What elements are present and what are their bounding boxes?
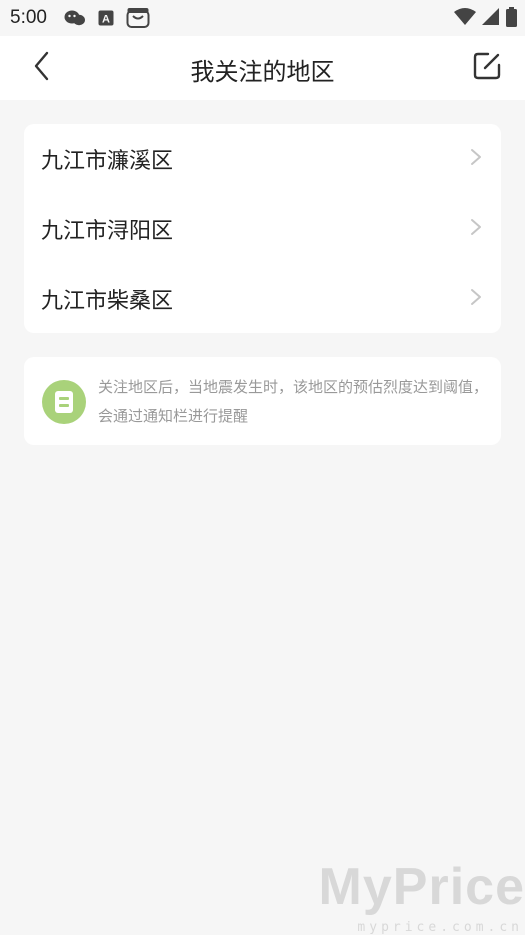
region-item[interactable]: 九江市柴桑区	[24, 264, 501, 334]
wechat-icon	[64, 9, 86, 31]
watermark-url: myprice.com.cn	[357, 920, 523, 935]
region-label: 九江市柴桑区	[41, 289, 174, 314]
region-label: 九江市濂溪区	[41, 149, 174, 174]
region-item[interactable]: 九江市浔阳区	[24, 194, 501, 264]
region-item[interactable]: 九江市濂溪区	[24, 124, 501, 194]
signal-icon	[482, 8, 500, 30]
status-time: 5:00	[10, 7, 47, 28]
status-bar: 5:00 A	[0, 0, 525, 36]
chevron-right-icon	[469, 288, 483, 310]
wifi-icon	[454, 8, 476, 30]
nav-bar: 我关注的地区	[0, 36, 525, 100]
svg-text:A: A	[102, 14, 110, 26]
chevron-right-icon	[469, 218, 483, 240]
notification-tip-card: 关注地区后，当地震发生时，该地区的预估烈度达到阈值，会通过通知栏进行提醒	[24, 357, 501, 445]
tip-text: 关注地区后，当地震发生时，该地区的预估烈度达到阈值，会通过通知栏进行提醒	[98, 378, 489, 425]
page-title: 我关注的地区	[190, 58, 335, 86]
watermark-logo: MyPrice	[318, 858, 525, 916]
shopping-bag-icon	[126, 7, 150, 33]
followed-regions-list: 九江市濂溪区 九江市浔阳区 九江市柴桑区	[24, 124, 501, 333]
notice-icon	[42, 380, 86, 424]
battery-icon	[506, 7, 517, 31]
region-label: 九江市浔阳区	[41, 219, 174, 244]
font-a-icon: A	[98, 10, 114, 30]
chevron-right-icon	[469, 148, 483, 170]
edit-button[interactable]	[467, 48, 507, 88]
status-system-icons	[454, 7, 517, 31]
status-notification-icons: A	[64, 7, 150, 33]
edit-icon	[472, 51, 502, 85]
